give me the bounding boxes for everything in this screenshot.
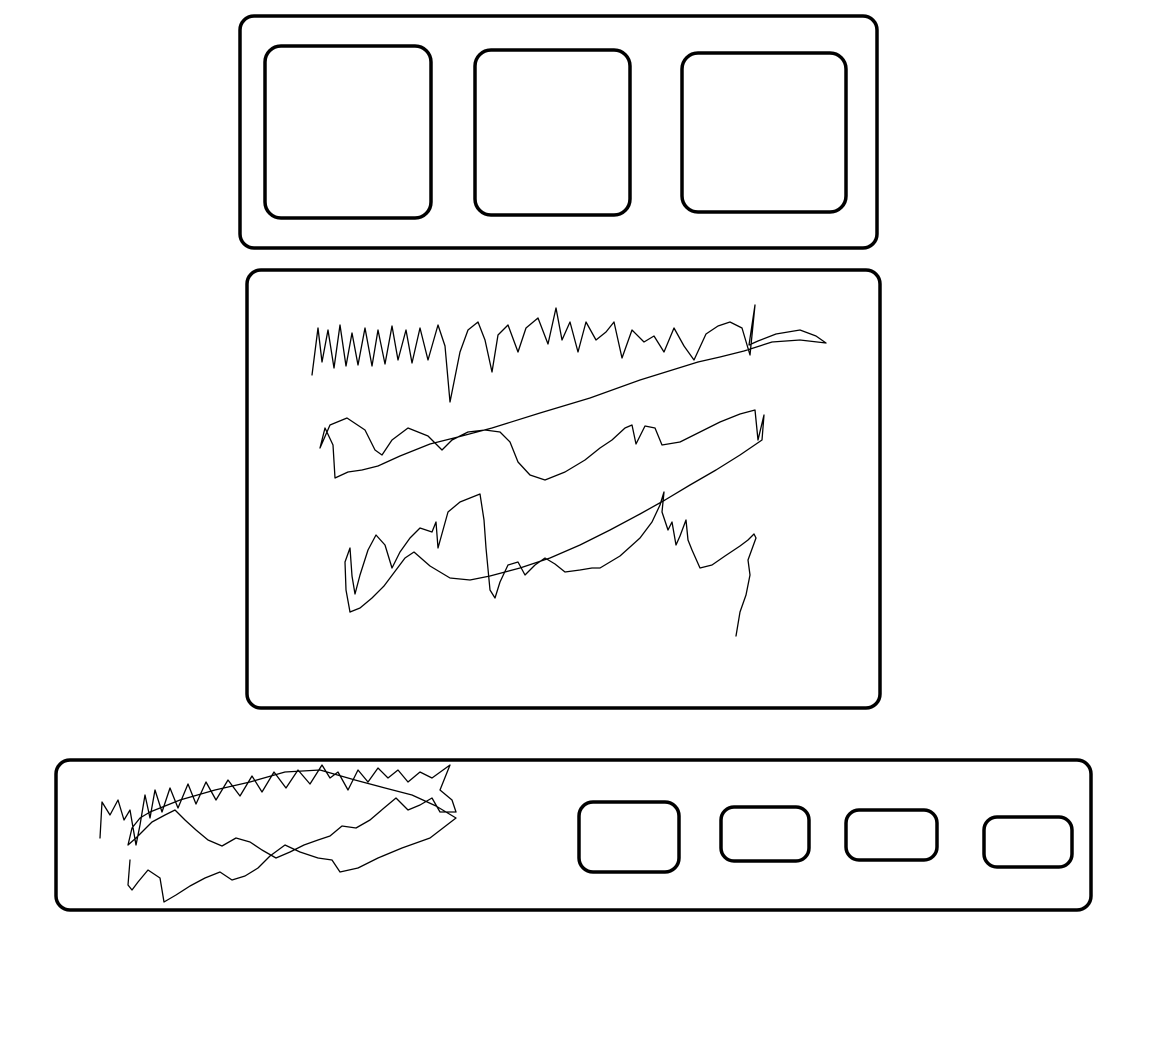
text-scribble-line-2 (319, 361, 765, 613)
content-panel (245, 268, 882, 710)
bottom-button-1[interactable] (577, 800, 681, 874)
thumbnail-1[interactable] (263, 44, 433, 220)
caption-scribble-lower (127, 769, 457, 903)
top-panel (238, 14, 879, 250)
caption-scribble (99, 764, 457, 859)
text-scribble-line-1 (311, 304, 827, 403)
thumbnail-3[interactable] (680, 51, 848, 214)
bottom-button-4[interactable] (982, 815, 1074, 869)
bottom-button-2[interactable] (719, 805, 811, 863)
thumbnail-2[interactable] (473, 48, 632, 217)
bottom-button-3[interactable] (844, 808, 939, 862)
wireframe-canvas (54, 14, 1093, 912)
bottom-bar (54, 758, 1093, 912)
text-scribble-line-3 (344, 491, 757, 637)
